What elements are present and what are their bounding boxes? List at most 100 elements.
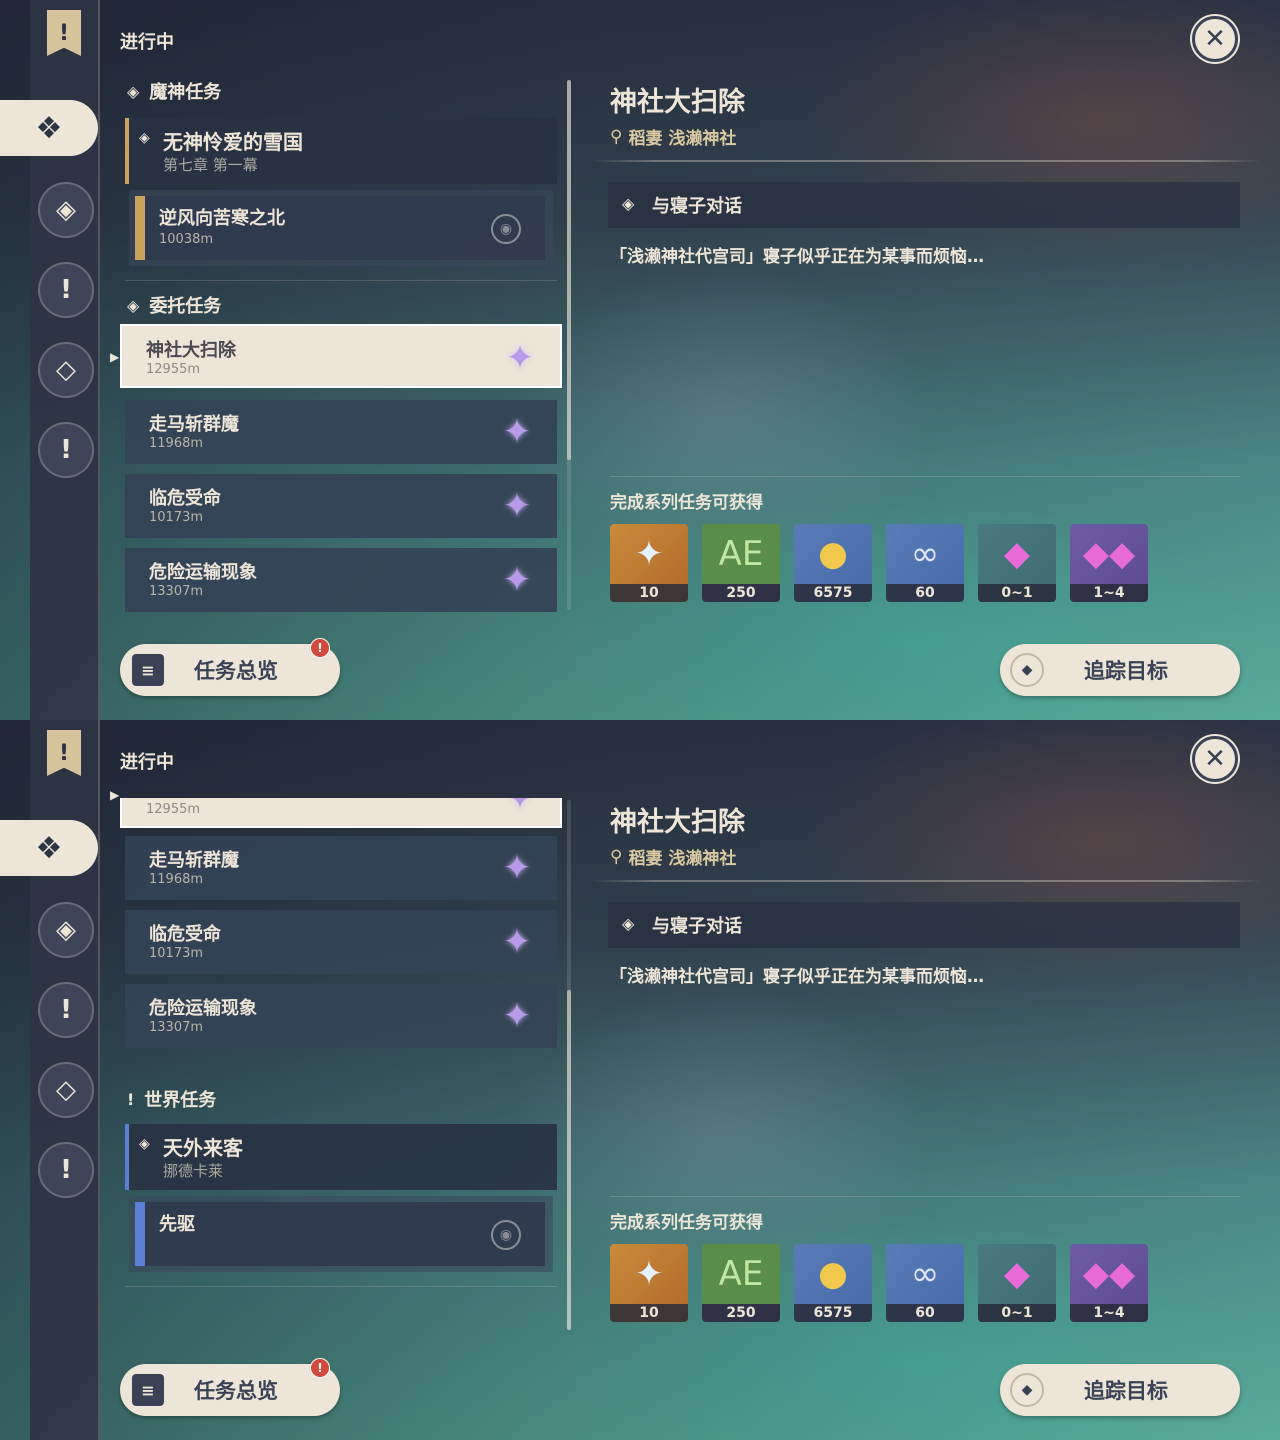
quest-distance: 10173m [149,946,204,961]
reward-item[interactable]: ✦ 10 [610,524,688,602]
commission-item[interactable]: 临危受命 10173m ✦ [125,910,557,974]
section-world: ! 世界任务 [127,1086,216,1112]
divider [590,880,1262,882]
quest-name: 神社大扫除 [146,340,236,361]
quest-name: 危险运输现象 [149,562,257,583]
rail-story-tab[interactable]: ! [38,262,94,318]
quest-subtitle: 挪德卡莱 [163,1162,224,1180]
reward-item[interactable]: ◆◆ 1~4 [1070,1244,1148,1322]
reward-list: ✦ 10 AE 250 ● 6575 ∞ 60 ◆ 0~1 ◆◆ 1~4 [610,1244,1148,1322]
scrollbar[interactable] [567,800,571,1330]
reward-item[interactable]: AE 250 [702,1244,780,1322]
rail-legend-tab[interactable]: ◇ [38,342,94,398]
quest-name: 危险运输现象 [149,998,257,1019]
reward-item[interactable]: AE 250 [702,524,780,602]
reward-count: 250 [702,584,780,602]
quest-name: 临危受命 [149,488,221,509]
mora-icon: ● [818,534,848,574]
archon-step-item[interactable]: 逆风向苦寒之北 10038m ◉ [129,190,553,266]
notification-badge: ! [310,638,330,658]
quest-distance: 13307m [149,584,204,599]
world-step-item[interactable]: 先驱 ◉ [129,1196,553,1272]
crystal-icon: ◆ [1003,534,1031,574]
world-icon: ! [60,435,72,465]
world-quest-item[interactable]: ◈ 天外来客 挪德卡莱 [125,1124,557,1190]
commission-item-selected[interactable]: 神社大扫除 12955m ✦ [120,324,562,388]
selection-caret-icon: ▶ [110,788,120,802]
objective-icon: ◈ [622,914,635,933]
overview-label: 任务总览 [194,659,278,683]
rail-commission-tab[interactable]: ❖ [0,100,98,156]
reward-list: ✦ 10 AE 250 ● 6575 ∞ 60 ◆ 0~1 ◆◆ 1~4 [610,524,1148,602]
track-diamond-icon: ◆ [1010,1373,1044,1407]
reward-count: 1~4 [1070,584,1148,602]
quest-book-icon: ≡ [132,1374,164,1406]
commission-item[interactable]: 危险运输现象 13307m ✦ [125,984,557,1048]
section-archon-label: 魔神任务 [149,82,222,103]
rail-story-tab[interactable]: ! [38,982,94,1038]
close-icon: ✕ [1204,24,1226,54]
section-commission: ◈ 委托任务 [127,292,221,318]
rail-world-tab[interactable]: ! [38,1142,94,1198]
quest-overview-button[interactable]: ≡ 任务总览 ! [120,638,340,696]
quest-name: 天外来客 [163,1136,243,1160]
scroll-thumb[interactable] [567,990,571,1330]
rail-archon-tab[interactable]: ◈ [38,902,94,958]
story-icon: ! [60,995,72,1025]
primogem-icon: ✦ [634,1254,664,1294]
archon-quest-item[interactable]: ◈ 无神怜爱的雪国 第七章 第一幕 [125,118,557,184]
quest-mark-icon: ◈ [139,130,150,146]
quest-name: 临危受命 [149,924,221,945]
world-section-icon: ! [127,1089,135,1109]
detail-location: ⚲ 稻妻 浅濑神社 [610,124,736,150]
legend-icon: ◇ [56,1075,76,1105]
status-label: 进行中 [120,752,174,773]
rail-archon-tab[interactable]: ◈ [38,182,94,238]
close-button[interactable]: ✕ [1192,736,1238,782]
commission-star-icon: ✦ [502,560,532,600]
location-pin-icon[interactable]: ◉ [491,1220,521,1250]
commission-item[interactable]: 走马斩群魔 11968m ✦ [125,836,557,900]
track-target-button[interactable]: ◆ 追踪目标 [1000,644,1240,696]
close-button[interactable]: ✕ [1192,16,1238,62]
archon-icon: ◈ [56,915,76,945]
objective-text: 与寝子对话 [652,916,742,937]
reward-item[interactable]: ◆◆ 1~4 [1070,524,1148,602]
commission-item[interactable]: 走马斩群魔 11968m ✦ [125,400,557,464]
reward-item[interactable]: ◆ 0~1 [978,1244,1056,1322]
location-text: 稻妻 浅濑神社 [628,849,737,869]
reward-item[interactable]: ● 6575 [794,1244,872,1322]
close-icon: ✕ [1204,744,1226,774]
quest-list[interactable]: ◈ 魔神任务 ◈ 无神怜爱的雪国 第七章 第一幕 逆风向苦寒之北 10038m … [115,78,570,618]
quest-overview-button[interactable]: ≡ 任务总览 ! [120,1358,340,1416]
reward-item[interactable]: ◆ 0~1 [978,524,1056,602]
reward-item[interactable]: ∞ 60 [886,1244,964,1322]
quest-name: 无神怜爱的雪国 [163,130,303,154]
selection-caret-icon: ▶ [110,350,120,364]
reward-count: 250 [702,1304,780,1322]
scroll-thumb[interactable] [567,80,571,460]
commission-item-selected[interactable]: 神社大扫除 12955m ✦ [120,798,562,828]
quest-screen-2: ! ❖ ◈ ! ◇ ! 进行中 神社大扫除 12955m ✦ 走马斩群魔 119… [0,720,1280,1440]
archon-icon: ◈ [56,195,76,225]
track-target-button[interactable]: ◆ 追踪目标 [1000,1364,1240,1416]
commission-item[interactable]: 危险运输现象 13307m ✦ [125,548,557,612]
objective-bar: ◈ 与寝子对话 [608,182,1240,228]
commission-item[interactable]: 临危受命 10173m ✦ [125,474,557,538]
rail-commission-tab[interactable]: ❖ [0,820,98,876]
scrollbar[interactable] [567,80,571,610]
reward-item[interactable]: ● 6575 [794,524,872,602]
detail-title: 神社大扫除 [610,87,745,118]
rail-legend-tab[interactable]: ◇ [38,1062,94,1118]
location-pin-icon[interactable]: ◉ [491,214,521,244]
commission-icon: ❖ [35,110,63,146]
detail-location: ⚲ 稻妻 浅濑神社 [610,844,737,870]
commission-star-icon: ✦ [505,798,535,818]
quest-distance: 12955m [146,362,201,377]
reward-item[interactable]: ∞ 60 [886,524,964,602]
adventure-exp-icon: AE [702,1244,780,1304]
reward-count: 0~1 [978,1304,1056,1322]
rail-world-tab[interactable]: ! [38,422,94,478]
reward-item[interactable]: ✦ 10 [610,1244,688,1322]
quest-list[interactable]: 神社大扫除 12955m ✦ 走马斩群魔 11968m ✦ 临危受命 10173… [115,798,570,1338]
